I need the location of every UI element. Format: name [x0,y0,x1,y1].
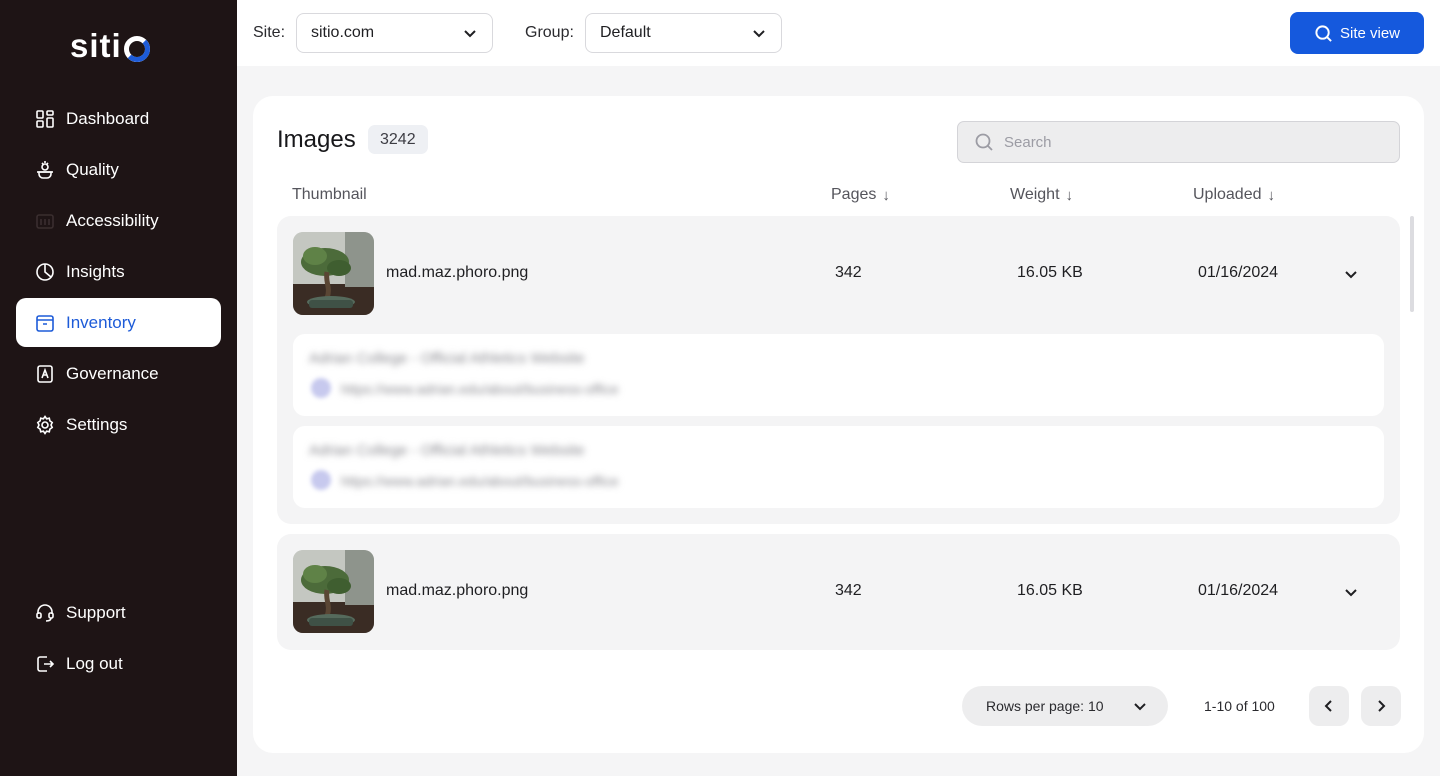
headset-icon [34,602,56,624]
sidebar-item-logout[interactable]: Log out [16,639,221,688]
uploaded-cell: 01/16/2024 [1198,264,1279,281]
search-icon [1315,24,1332,42]
image-filename: mad.maz.phoro.png [386,582,529,599]
expand-row-button[interactable] [1339,262,1363,286]
inventory-icon [34,312,56,334]
top-bar: Site: sitio.com Group: Default Site view [237,0,1440,66]
uploaded-cell: 01/16/2024 [1198,582,1279,599]
site-label: Site: [253,24,286,41]
table-row: mad.maz.phoro.png 342 16.05 KB 01/16/202… [277,216,1400,524]
chevron-right-icon [1378,700,1386,712]
weight-cell: 16.05 KB [1017,264,1083,281]
sidebar-item-label: Accessibility [66,210,159,230]
site-select[interactable]: sitio.com [296,13,493,53]
pagination-range: 1-10 of 100 [1204,698,1275,714]
sidebar-item-settings[interactable]: Settings [16,400,221,449]
sort-arrow-icon: ↓ [1065,186,1074,204]
sidebar-item-label: Governance [66,363,159,383]
grid-icon [34,108,56,130]
quality-icon [34,159,56,181]
sidebar-item-label: Settings [66,414,128,434]
column-header-weight[interactable]: Weight ↓ [1010,186,1073,204]
rows-per-page-label: Rows per page: 10 [986,698,1104,714]
gear-icon [34,414,56,436]
logout-icon [34,653,56,675]
page-reference-url[interactable]: https://www.adrian.edu/about/business-of… [341,473,619,489]
pages-cell: 342 [835,582,862,599]
logo-o-mark [123,36,150,62]
sidebar: siti Dashboard Quality Accessibility Ins… [0,0,237,776]
images-card: Images 3242 Thumbnail Pages ↓ Weight ↓ Upl… [253,96,1424,753]
image-thumbnail [293,232,374,315]
bottom-nav: Support Log out [16,588,221,690]
page-title: Images [277,126,356,153]
chevron-left-icon [1324,700,1332,712]
weight-cell: 16.05 KB [1017,582,1083,599]
main-nav: Dashboard Quality Accessibility Insights… [16,94,221,451]
expand-row-button[interactable] [1339,580,1363,604]
chevron-down-icon [464,30,476,38]
page-reference-item[interactable]: Adrian College - Official Athletics Webs… [293,334,1384,416]
page-reference-item[interactable]: Adrian College - Official Athletics Webs… [293,426,1384,508]
search-input[interactable] [1004,133,1384,151]
group-select-value: Default [600,24,651,41]
next-page-button[interactable] [1361,686,1401,726]
sidebar-item-label: Insights [66,261,125,281]
sidebar-item-dashboard[interactable]: Dashboard [16,94,221,143]
column-header-thumbnail: Thumbnail [292,186,367,204]
site-select-value: sitio.com [311,24,375,41]
search-box[interactable] [957,121,1400,163]
sort-arrow-icon: ↓ [1267,186,1276,204]
globe-icon [311,378,331,398]
page-reference-title: Adrian College - Official Athletics Webs… [309,350,585,367]
sidebar-item-label: Dashboard [66,108,150,128]
scrollbar[interactable] [1410,216,1414,312]
sidebar-item-insights[interactable]: Insights [16,247,221,296]
table-row-main[interactable]: mad.maz.phoro.png 342 16.05 KB 01/16/202… [277,534,1400,650]
site-view-label: Site view [1339,24,1401,42]
accessibility-icon [34,210,56,232]
sidebar-item-quality[interactable]: Quality [16,145,221,194]
rows-per-page-select[interactable]: Rows per page: 10 [962,686,1168,726]
chevron-down-icon [1134,703,1146,711]
table-row-main[interactable]: mad.maz.phoro.png 342 16.05 KB 01/16/202… [277,216,1400,332]
column-header-uploaded[interactable]: Uploaded ↓ [1193,186,1275,204]
table-row: mad.maz.phoro.png 342 16.05 KB 01/16/202… [277,534,1400,650]
sidebar-item-label: Log out [66,653,123,673]
count-badge: 3242 [368,125,428,154]
page-reference-url[interactable]: https://www.adrian.edu/about/business-of… [341,381,619,397]
site-view-button[interactable]: Site view [1290,12,1424,54]
page-reference-title: Adrian College - Official Athletics Webs… [309,442,585,459]
search-icon [975,133,993,151]
column-label: Weight [1010,186,1060,203]
sitio-logo[interactable]: siti [70,27,150,64]
previous-page-button[interactable] [1309,686,1349,726]
group-select[interactable]: Default [585,13,782,53]
sidebar-item-label: Quality [66,159,119,179]
sidebar-item-label: Support [66,602,126,622]
sort-arrow-icon: ↓ [882,186,890,204]
column-header-pages[interactable]: Pages ↓ [831,186,890,204]
sidebar-item-inventory[interactable]: Inventory [16,298,221,347]
chevron-down-icon [753,30,765,38]
chevron-down-icon [1345,271,1357,279]
governance-icon [34,363,56,385]
sidebar-item-accessibility[interactable]: Accessibility [16,196,221,245]
pie-chart-icon [34,261,56,283]
image-thumbnail [293,550,374,633]
column-label: Thumbnail [292,186,367,203]
sidebar-item-governance[interactable]: Governance [16,349,221,398]
column-label: Pages [831,186,877,203]
chevron-down-icon [1345,589,1357,597]
pages-cell: 342 [835,264,862,281]
logo-text: siti [70,27,122,64]
group-label: Group: [525,24,574,41]
sidebar-item-support[interactable]: Support [16,588,221,637]
globe-icon [311,470,331,490]
column-label: Uploaded [1193,186,1262,203]
image-filename: mad.maz.phoro.png [386,264,529,281]
sidebar-item-label: Inventory [66,312,136,332]
